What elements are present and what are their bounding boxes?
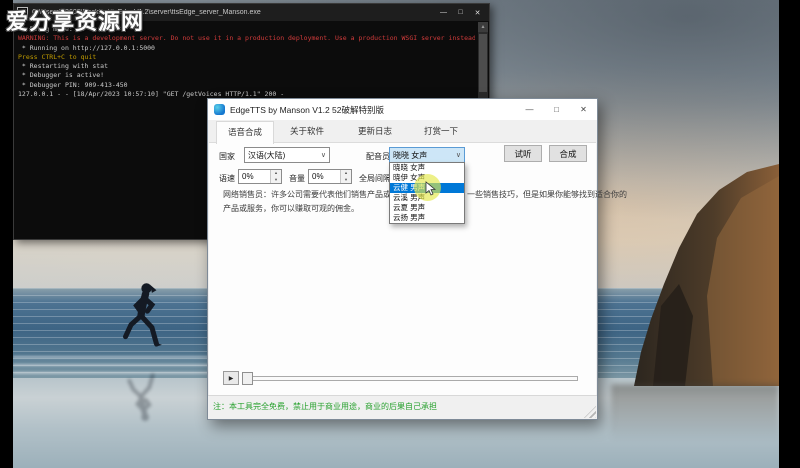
voice-value: 晓晓 女声 — [393, 150, 427, 161]
synthesize-button[interactable]: 合成 — [549, 145, 587, 162]
cliff-rock — [601, 156, 779, 386]
chevron-down-icon: ∨ — [321, 151, 326, 159]
volume-value: 0% — [312, 172, 324, 181]
console-maximize-button[interactable]: □ — [452, 5, 469, 20]
edgetts-titlebar[interactable]: EdgeTTS by Manson V1.2 52破解特别版 — □ ✕ — [208, 99, 597, 120]
window-minimize-button[interactable]: — — [516, 99, 543, 120]
gap-label: 全局间隔 — [359, 173, 391, 184]
console-line: Press CTRL+C to quit — [18, 53, 475, 62]
status-bar: 注：本工具完全免费，禁止用于商业用途，商业的后果自己承担 — [208, 395, 597, 419]
chevron-down-icon: ∨ — [456, 151, 461, 159]
country-select[interactable]: 汉语(大陆) ∨ — [244, 147, 330, 163]
play-button[interactable]: ▶ — [223, 371, 239, 385]
resize-grip-icon[interactable] — [584, 406, 596, 418]
preview-button[interactable]: 试听 — [504, 145, 542, 162]
voice-option[interactable]: 云扬 男声 — [390, 213, 464, 223]
window-maximize-button[interactable]: □ — [543, 99, 570, 120]
voice-label: 配音员 — [366, 151, 390, 162]
spinner-down-icon[interactable]: ▾ — [341, 177, 351, 184]
voice-select[interactable]: 晓晓 女声 ∨ — [389, 147, 465, 163]
watermark-text: 爱分享资源网 — [6, 4, 144, 36]
rate-label: 语速 — [219, 173, 235, 184]
desktop: C:\Users\93608\Desktop\ttsEdgeV1.2\serve… — [0, 0, 800, 468]
cliff-reflection — [611, 384, 779, 442]
console-close-button[interactable]: ✕ — [469, 5, 486, 20]
tab-bar: 语音合成 关于软件 更新日志 打赏一下 — [208, 120, 597, 142]
progress-track[interactable] — [242, 376, 578, 381]
console-line: * Debugger PIN: 909-413-450 — [18, 81, 475, 90]
console-line: * Running on http://127.0.0.1:5000 — [18, 44, 475, 53]
tab-donate[interactable]: 打赏一下 — [416, 121, 466, 141]
right-black-bar — [779, 0, 800, 468]
runner-reflection — [113, 360, 169, 422]
console-line: * Debugger is active! — [18, 71, 475, 80]
country-label: 国家 — [219, 151, 235, 162]
rate-value: 0% — [242, 172, 254, 181]
volume-label: 音量 — [289, 173, 305, 184]
edgetts-app-icon — [214, 104, 225, 115]
mouse-cursor — [425, 181, 436, 196]
window-close-button[interactable]: ✕ — [570, 99, 597, 120]
volume-stepper[interactable]: 0% ▴▾ — [308, 169, 352, 184]
edgetts-window[interactable]: EdgeTTS by Manson V1.2 52破解特别版 — □ ✕ 语音合… — [207, 98, 598, 420]
rate-stepper[interactable]: 0% ▴▾ — [238, 169, 282, 184]
script-text-line1-right: 一些销售技巧，但是如果你能够找到适合你的 — [467, 189, 627, 200]
tab-speech-synthesis[interactable]: 语音合成 — [216, 121, 274, 144]
spinner-down-icon[interactable]: ▾ — [271, 177, 281, 184]
script-text-line2: 产品或服务，你可以赚取可观的佣金。 — [223, 203, 359, 214]
scrollbar-thumb[interactable] — [479, 34, 487, 92]
console-line: * Restarting with stat — [18, 62, 475, 71]
console-minimize-button[interactable]: — — [435, 5, 452, 20]
left-black-bar — [0, 0, 13, 468]
progress-thumb[interactable] — [242, 372, 253, 385]
scroll-up-icon[interactable]: ▴ — [478, 22, 488, 32]
tab-about[interactable]: 关于软件 — [282, 121, 332, 141]
tab-changelog[interactable]: 更新日志 — [350, 121, 400, 141]
status-note: 注：本工具完全免费，禁止用于商业用途，商业的后果自己承担 — [213, 401, 437, 412]
voice-option[interactable]: 云夏 男声 — [390, 203, 464, 213]
voice-option[interactable]: 晓晓 女声 — [390, 163, 464, 173]
edgetts-title: EdgeTTS by Manson V1.2 52破解特别版 — [230, 104, 516, 116]
runner-silhouette — [113, 282, 169, 364]
country-value: 汉语(大陆) — [248, 150, 285, 161]
